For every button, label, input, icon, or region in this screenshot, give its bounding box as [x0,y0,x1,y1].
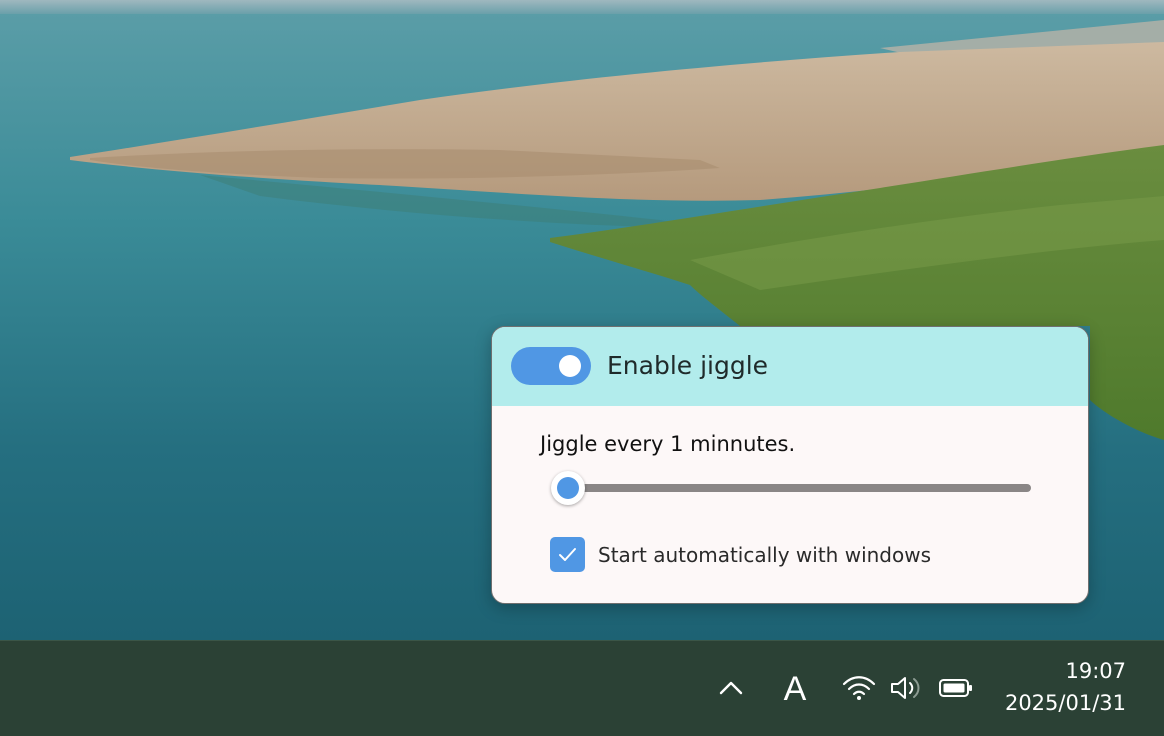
popup-header: Enable jiggle [492,327,1088,406]
ime-indicator-icon[interactable]: A [780,669,810,709]
autostart-checkbox[interactable] [550,537,585,572]
battery-icon[interactable] [938,677,974,699]
taskbar: A 19:07 2025/01/31 [0,640,1164,736]
interval-slider[interactable] [551,471,1032,505]
clock-date: 2025/01/31 [1004,691,1126,715]
slider-thumb[interactable] [551,471,585,505]
enable-jiggle-label: Enable jiggle [607,351,769,380]
clock-time: 19:07 [1065,659,1126,683]
slider-thumb-center [557,477,579,499]
taskbar-clock[interactable]: 19:07 2025/01/31 [985,655,1141,719]
wifi-icon[interactable] [842,675,876,701]
enable-jiggle-toggle[interactable] [511,347,591,385]
slider-track[interactable] [552,484,1031,492]
jiggler-popup: Enable jiggle Jiggle every 1 minnutes. S… [491,326,1089,604]
autostart-label: Start automatically with windows [598,543,932,567]
chevron-up-icon[interactable] [718,678,744,696]
checkmark-icon [559,548,576,561]
volume-icon[interactable] [889,674,925,702]
toggle-knob [559,355,581,377]
interval-label: Jiggle every 1 minnutes. [540,432,796,456]
